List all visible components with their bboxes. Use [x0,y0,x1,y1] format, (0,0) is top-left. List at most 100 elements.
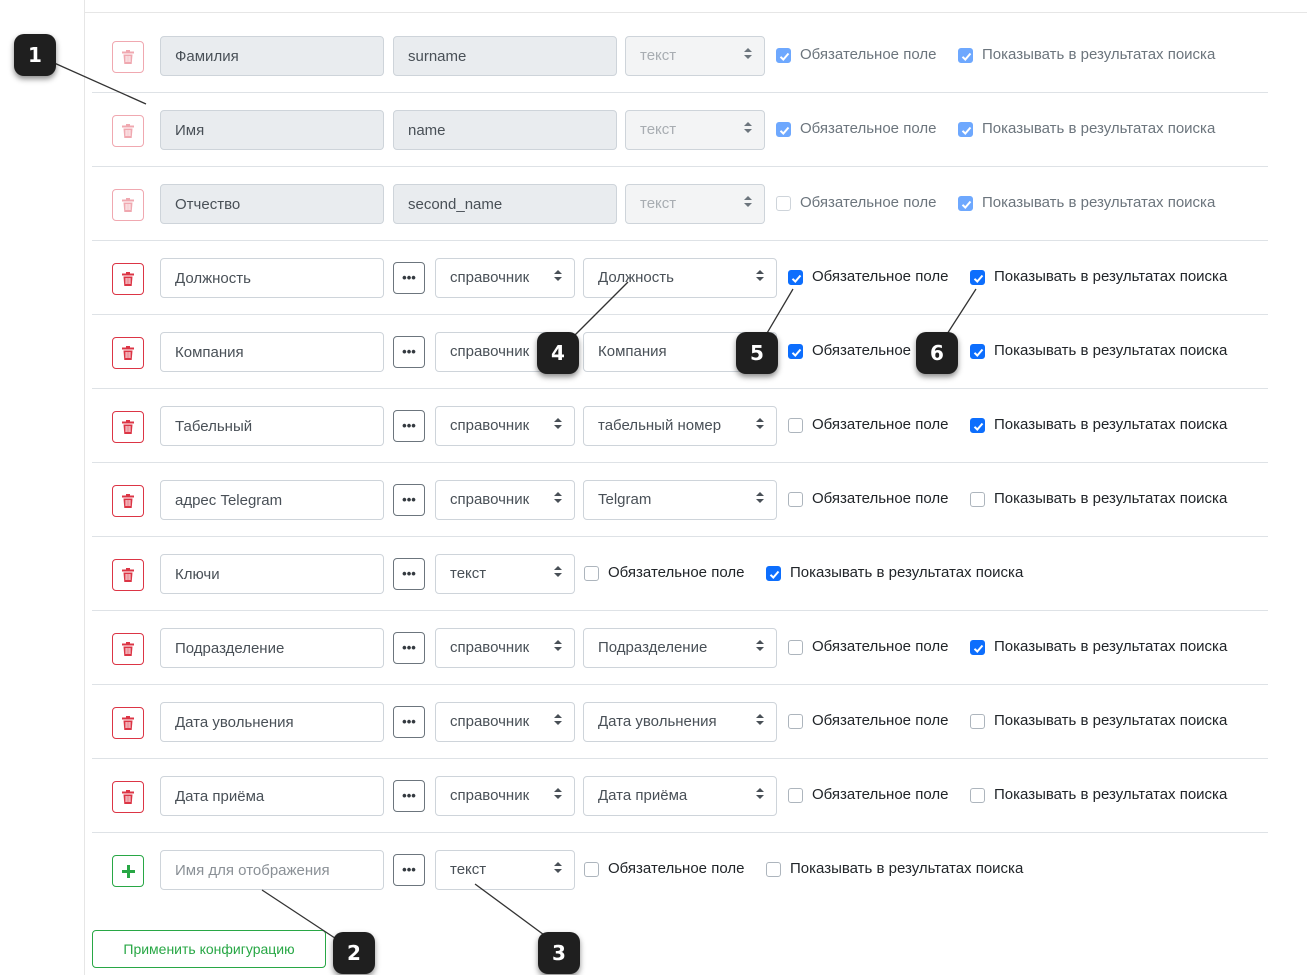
delete-field-button[interactable] [112,337,144,369]
field-options-button[interactable]: ••• [393,336,425,368]
required-checkbox[interactable] [776,196,791,211]
show-in-search-checkbox[interactable] [970,344,985,359]
required-checkbox[interactable] [584,862,599,877]
show-in-search-checkbox[interactable] [958,122,973,137]
show-in-search-checkbox[interactable] [766,862,781,877]
field-row: адрес Telegram ••• справочник Telgram Обязат… [92,463,1268,537]
show-in-search-checkbox[interactable] [970,640,985,655]
required-label: Обязательное поле [608,564,745,581]
delete-field-button[interactable] [112,189,144,221]
required-label: Обязательное поле [812,786,949,803]
trash-icon [122,124,134,138]
trash-icon [122,50,134,64]
sort-caret-icon [554,777,562,815]
delete-field-button[interactable] [112,41,144,73]
field-name-input[interactable]: Ключи [160,554,384,594]
reference-select[interactable]: Дата увольнения [583,702,777,742]
sort-caret-icon [756,407,764,445]
field-type-select-value: справочник [450,417,530,434]
reference-select-value: Telgram [598,491,652,508]
delete-field-button[interactable] [112,115,144,147]
field-options-button[interactable]: ••• [393,706,425,738]
required-checkbox[interactable] [788,418,803,433]
reference-select[interactable]: Дата приёма [583,776,777,816]
show-in-search-checkbox[interactable] [970,492,985,507]
field-options-button[interactable]: ••• [393,558,425,590]
required-checkbox[interactable] [788,788,803,803]
field-options-button[interactable]: ••• [393,632,425,664]
sort-caret-icon [756,629,764,667]
required-checkbox[interactable] [776,48,791,63]
new-field-name-input[interactable]: Имя для отображения [160,850,384,890]
show-in-search-label: Показывать в результатах поиска [994,786,1228,803]
sort-caret-icon [554,703,562,741]
field-options-button[interactable]: ••• [393,854,425,886]
delete-field-button[interactable] [112,633,144,665]
show-in-search-checkbox[interactable] [970,418,985,433]
callout-badge-1: 1 [14,34,56,76]
delete-field-button[interactable] [112,781,144,813]
field-type-select[interactable]: справочник [435,406,575,446]
field-type-select[interactable]: справочник [435,258,575,298]
field-row: Подразделение ••• справочник Подразделение О… [92,611,1268,685]
sort-caret-icon [554,407,562,445]
required-checkbox[interactable] [788,344,803,359]
field-type-select-value: текст [640,121,677,138]
field-type-select[interactable]: справочник [435,480,575,520]
show-in-search-label: Показывать в результатах поиска [994,490,1228,507]
field-name-input[interactable]: Компания [160,332,384,372]
field-type-select[interactable]: справочник [435,628,575,668]
required-checkbox[interactable] [788,492,803,507]
required-label: Обязательное поле [800,120,937,137]
field-type-select[interactable]: справочник [435,776,575,816]
show-in-search-checkbox[interactable] [970,714,985,729]
field-type-select[interactable]: текст [435,554,575,594]
field-name-input[interactable]: Должность [160,258,384,298]
field-name-input[interactable]: Дата приёма [160,776,384,816]
show-in-search-checkbox[interactable] [970,788,985,803]
delete-field-button[interactable] [112,485,144,517]
add-field-button[interactable] [112,855,144,887]
trash-icon [122,790,134,804]
new-field-type-select[interactable]: текст [435,850,575,890]
delete-field-button[interactable] [112,411,144,443]
field-name-input[interactable]: Табельный [160,406,384,446]
sort-caret-icon [744,185,752,223]
show-in-search-checkbox[interactable] [766,566,781,581]
delete-field-button[interactable] [112,263,144,295]
new-field-row: Имя для отображения ••• текст Обязательное … [92,833,1268,907]
field-options-button[interactable]: ••• [393,780,425,812]
reference-select[interactable]: Подразделение [583,628,777,668]
field-code-input: name [393,110,617,150]
required-checkbox[interactable] [776,122,791,137]
sort-caret-icon [554,555,562,593]
field-type-select: текст [625,184,765,224]
field-type-select-value: текст [640,195,677,212]
field-row: Ключи ••• текст Обязательное поле Показывать… [92,537,1268,611]
delete-field-button[interactable] [112,707,144,739]
delete-field-button[interactable] [112,559,144,591]
field-name-input[interactable]: Подразделение [160,628,384,668]
field-options-button[interactable]: ••• [393,484,425,516]
required-checkbox[interactable] [788,714,803,729]
required-label: Обязательное поле [812,416,949,433]
show-in-search-checkbox[interactable] [958,196,973,211]
show-in-search-checkbox[interactable] [970,270,985,285]
reference-select[interactable]: Telgram [583,480,777,520]
required-checkbox[interactable] [788,640,803,655]
required-checkbox[interactable] [584,566,599,581]
field-type-select[interactable]: справочник [435,702,575,742]
reference-select[interactable]: табельный номер [583,406,777,446]
show-in-search-checkbox[interactable] [958,48,973,63]
field-type-select-value: справочник [450,639,530,656]
required-checkbox[interactable] [788,270,803,285]
reference-select[interactable]: Должность [583,258,777,298]
sort-caret-icon [756,703,764,741]
field-name-input[interactable]: Дата увольнения [160,702,384,742]
required-label: Обязательное поле [812,490,949,507]
trash-icon [122,420,134,434]
field-options-button[interactable]: ••• [393,410,425,442]
field-name-input[interactable]: адрес Telegram [160,480,384,520]
field-options-button[interactable]: ••• [393,262,425,294]
apply-configuration-button[interactable]: Применить конфигурацию [92,930,326,968]
